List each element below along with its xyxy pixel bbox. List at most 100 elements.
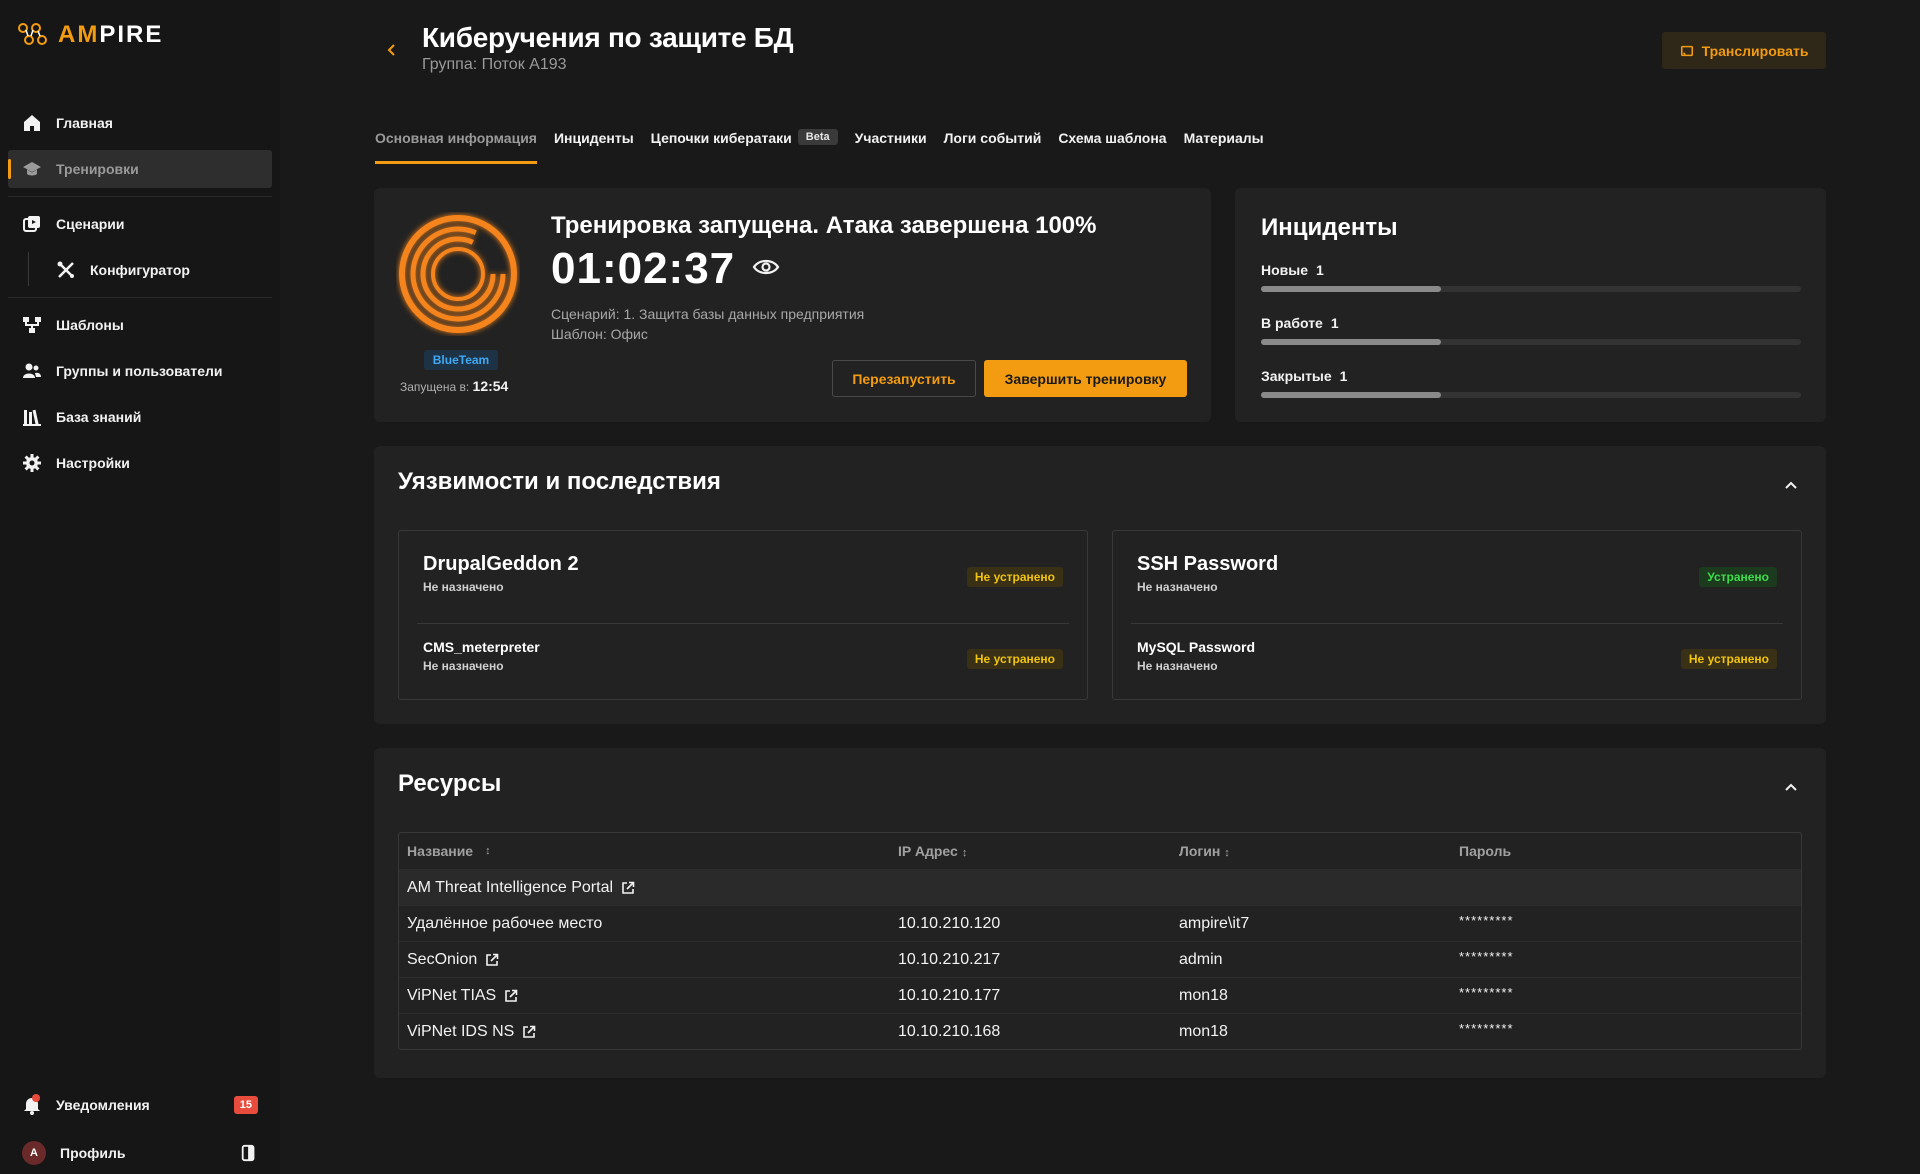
page-subtitle: Группа: Поток А193 (422, 56, 567, 73)
sidebar-item-label: Конфигуратор (90, 262, 190, 278)
external-link-icon[interactable] (504, 989, 518, 1003)
table-row[interactable]: Удалённое рабочее место 10.10.210.120 am… (399, 905, 1801, 941)
vulnerability-item[interactable]: CMS_meterpreter Не назначено Не устранен… (423, 639, 1063, 673)
resource-login: mon18 (1179, 986, 1228, 1004)
sidebar-item-label: Шаблоны (56, 317, 124, 333)
notification-count-badge: 15 (233, 1096, 258, 1114)
resource-name: Удалённое рабочее место (407, 914, 603, 932)
sidebar-item-settings[interactable]: Настройки (8, 444, 272, 482)
eye-icon[interactable] (752, 256, 780, 278)
sidebar-item-home[interactable]: Главная (8, 104, 272, 142)
incident-label: В работе 1 (1261, 315, 1339, 331)
column-header-login[interactable]: Логин ↕ (1171, 843, 1451, 859)
resource-login: admin (1179, 950, 1223, 968)
broadcast-button[interactable]: Транслировать (1662, 32, 1826, 69)
chevron-left-icon (387, 44, 395, 56)
sidebar-item-label: Настройки (56, 455, 130, 471)
incident-row-in-progress[interactable]: В работе 1 (1261, 315, 1801, 345)
column-header-name[interactable]: Название ↕ (399, 843, 890, 859)
incident-row-closed[interactable]: Закрытые 1 (1261, 368, 1801, 398)
resource-ip: 10.10.210.177 (898, 986, 1001, 1004)
table-row[interactable]: AM Threat Intelligence Portal (399, 869, 1801, 905)
status-badge: Не устранено (966, 567, 1063, 587)
finish-training-button[interactable]: Завершить тренировку (984, 360, 1187, 397)
tab-event-logs[interactable]: Логи событий (944, 124, 1042, 164)
incident-bar-fill (1261, 392, 1441, 398)
back-button[interactable] (378, 36, 406, 64)
sidebar-item-trainings[interactable]: Тренировки (8, 150, 272, 188)
table-row[interactable]: ViPNet IDS NS 10.10.210.168 mon18 ******… (399, 1013, 1801, 1049)
sidebar-item-templates[interactable]: Шаблоны (8, 306, 272, 344)
external-link-icon[interactable] (485, 953, 499, 967)
sidebar-item-profile[interactable]: A Профиль (8, 1134, 272, 1172)
vulnerability-item[interactable]: MySQL Password Не назначено Не устранено (1137, 639, 1777, 673)
tab-template-scheme[interactable]: Схема шаблона (1058, 124, 1166, 164)
collapse-resources-button[interactable] (1778, 774, 1804, 800)
training-status-card: BlueTeam Запущена в: 12:54 Тренировка за… (374, 188, 1211, 422)
tab-attack-chains[interactable]: Цепочки кибератаки Beta (651, 124, 838, 164)
vulnerability-name: SSH Password (1137, 553, 1279, 575)
vulnerability-item[interactable]: DrupalGeddon 2 Не назначено Не устранено (423, 553, 1063, 594)
sidebar-item-label: База знаний (56, 409, 142, 425)
avatar: A (22, 1141, 46, 1165)
sidebar-item-configurator[interactable]: Конфигуратор (42, 251, 272, 289)
chevron-up-icon (1785, 783, 1797, 791)
divider (417, 623, 1069, 624)
incident-bar (1261, 392, 1801, 398)
sidebar-item-knowledge-base[interactable]: База знаний (8, 398, 272, 436)
resource-login: ampire\it7 (1179, 914, 1250, 932)
sort-icon: ↕ (485, 845, 491, 857)
tab-main-info[interactable]: Основная информация (375, 124, 537, 164)
incident-label: Новые 1 (1261, 262, 1324, 278)
tab-materials[interactable]: Материалы (1184, 124, 1264, 164)
table-row[interactable]: ViPNet TIAS 10.10.210.177 mon18 ********… (399, 977, 1801, 1013)
tools-icon (57, 261, 74, 278)
external-link-icon[interactable] (621, 881, 635, 895)
sidebar: AMPIRE Главная Тренировки Сценарии Конфи… (0, 0, 280, 1174)
vulnerability-assignee: Не назначено (1137, 580, 1218, 594)
tab-participants[interactable]: Участники (855, 124, 927, 164)
home-icon (24, 115, 40, 131)
sidebar-item-notifications[interactable]: Уведомления 15 (8, 1086, 272, 1124)
resource-password: ********* (1459, 985, 1514, 1000)
status-badge: Не устранено (1680, 649, 1777, 669)
divider (1131, 623, 1783, 624)
restart-button[interactable]: Перезапустить (832, 360, 976, 397)
logout-icon[interactable] (240, 1144, 258, 1162)
incidents-title: Инциденты (1261, 214, 1398, 241)
tab-incidents[interactable]: Инциденты (554, 124, 634, 164)
table-header: Название ↕ IP Адрес ↕ Логин ↕ Пароль (399, 833, 1801, 869)
resource-ip: 10.10.210.217 (898, 950, 1001, 968)
training-status-title: Тренировка запущена. Атака завершена 100… (551, 212, 1097, 239)
chevron-up-icon (1785, 481, 1797, 489)
sidebar-item-label: Профиль (60, 1145, 126, 1161)
incident-row-new[interactable]: Новые 1 (1261, 262, 1801, 292)
logo[interactable]: AMPIRE (16, 20, 163, 50)
library-icon (23, 409, 41, 426)
incident-bar-fill (1261, 339, 1441, 345)
column-header-password: Пароль (1459, 843, 1512, 859)
sidebar-item-label: Главная (56, 115, 113, 131)
sidebar-item-scenarios[interactable]: Сценарии (8, 205, 272, 243)
status-badge: Не устранено (966, 649, 1063, 669)
broadcast-label: Транслировать (1701, 42, 1809, 59)
sidebar-item-groups-users[interactable]: Группы и пользователи (8, 352, 272, 390)
sidebar-divider (8, 196, 272, 197)
table-row[interactable]: SecOnion 10.10.210.217 admin ********* (399, 941, 1801, 977)
incident-bar-fill (1261, 286, 1441, 292)
sort-icon: ↕ (961, 847, 968, 859)
incident-bar (1261, 339, 1801, 345)
template-name: Шаблон: Офис (551, 326, 648, 342)
resource-name: SecOnion (407, 950, 478, 968)
collapse-vulnerabilities-button[interactable] (1778, 472, 1804, 498)
team-badge: BlueTeam (424, 350, 498, 370)
external-link-icon[interactable] (522, 1025, 536, 1039)
column-header-ip[interactable]: IP Адрес ↕ (890, 843, 1171, 859)
vulnerability-item[interactable]: SSH Password Не назначено Устранено (1137, 553, 1777, 594)
ampire-logo-icon (18, 23, 47, 45)
status-badge: Устранено (1699, 567, 1777, 587)
incident-bar (1261, 286, 1801, 292)
resource-ip: 10.10.210.120 (898, 914, 1001, 932)
users-icon (23, 363, 41, 378)
resources-table: Название ↕ IP Адрес ↕ Логин ↕ Пароль AM Thr… (398, 832, 1802, 1050)
